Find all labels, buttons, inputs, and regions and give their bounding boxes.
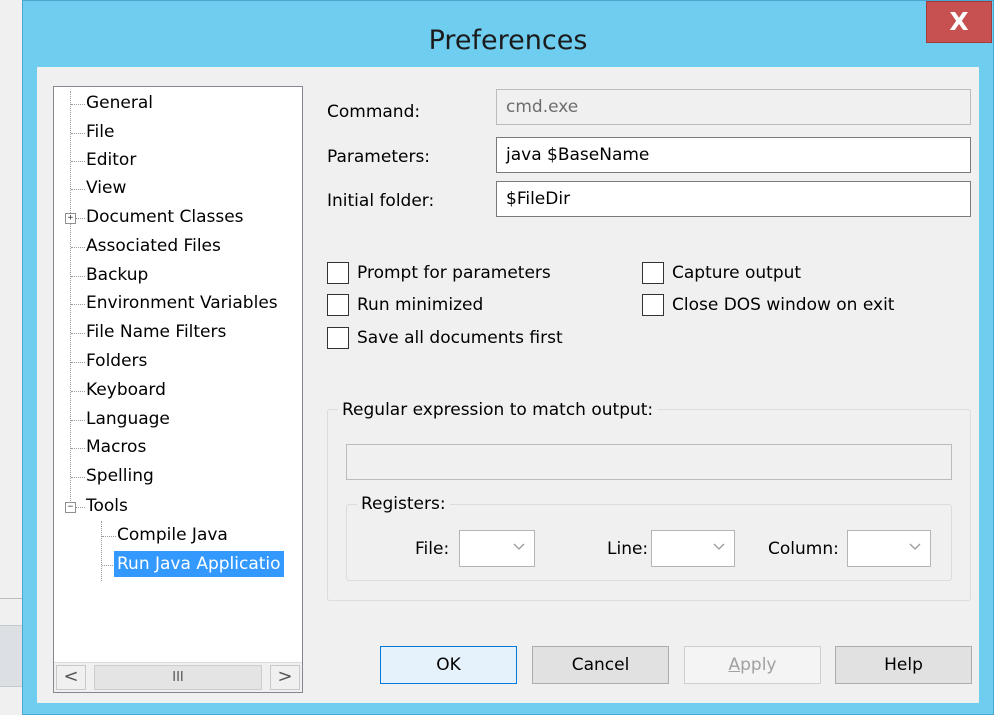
- tree-item-general[interactable]: General: [86, 90, 153, 116]
- tree-connector-child: [101, 521, 102, 581]
- tree-item-macros[interactable]: Macros: [86, 434, 146, 460]
- run-minimized-checkbox[interactable]: Run minimized: [327, 293, 483, 317]
- tree-item-environment-variables[interactable]: Environment Variables: [86, 290, 278, 316]
- tree-item-file[interactable]: File: [86, 119, 114, 145]
- apply-mnemonic: A: [728, 655, 741, 675]
- tree-branch: [71, 161, 85, 162]
- tree-branch: [71, 362, 85, 363]
- tree-item-spelling[interactable]: Spelling: [86, 463, 154, 489]
- expand-plus-icon[interactable]: +: [65, 213, 76, 224]
- tree-branch: [71, 189, 85, 190]
- column-register-label: Column:: [768, 539, 839, 559]
- desktop-divider: [0, 598, 22, 599]
- tree-branch: [71, 104, 85, 105]
- grip-icon: III: [172, 670, 184, 685]
- tree-item-language[interactable]: Language: [86, 406, 170, 432]
- tree-item-backup[interactable]: Backup: [86, 262, 148, 288]
- preferences-tree[interactable]: General File Editor View + Document Clas…: [53, 86, 303, 693]
- checkbox-box[interactable]: [327, 262, 349, 284]
- regex-field: [346, 444, 952, 480]
- collapse-minus-icon[interactable]: −: [65, 502, 76, 513]
- tree-item-folders[interactable]: Folders: [86, 348, 147, 374]
- checkbox-label: Capture output: [672, 263, 802, 283]
- tree-item-keyboard[interactable]: Keyboard: [86, 377, 166, 403]
- tree-branch: [71, 391, 85, 392]
- checkbox-box[interactable]: [642, 294, 664, 316]
- checkbox-label: Save all documents first: [357, 328, 563, 348]
- chevron-left-icon: <: [63, 666, 79, 687]
- tree-item-associated-files[interactable]: Associated Files: [86, 233, 221, 259]
- capture-output-checkbox[interactable]: Capture output: [642, 261, 801, 285]
- column-register-dropdown[interactable]: [847, 530, 931, 567]
- tree-branch: [71, 333, 85, 334]
- tree-branch: [71, 448, 85, 449]
- chevron-down-icon: [713, 543, 725, 550]
- tree-item-tools[interactable]: Tools: [86, 493, 128, 519]
- checkbox-box[interactable]: [327, 327, 349, 349]
- checkbox-box[interactable]: [642, 262, 664, 284]
- initial-folder-label: Initial folder:: [327, 191, 435, 211]
- tree-item-editor[interactable]: Editor: [86, 147, 136, 173]
- tree-branch: [71, 304, 85, 305]
- tree-branch: [71, 133, 85, 134]
- dialog-client: General File Editor View + Document Clas…: [37, 67, 979, 703]
- preferences-dialog: Preferences X General File Editor View +…: [22, 0, 994, 715]
- line-register-label: Line:: [607, 539, 649, 559]
- tree-item-compile-java[interactable]: Compile Java: [117, 522, 228, 548]
- scroll-right-button[interactable]: >: [270, 665, 300, 690]
- tree-connector: [70, 91, 71, 507]
- chevron-down-icon: [909, 543, 921, 550]
- tree-branch: [102, 565, 113, 566]
- file-register-label: File:: [415, 539, 450, 559]
- checkbox-label: Prompt for parameters: [357, 263, 551, 283]
- checkbox-label: Run minimized: [357, 295, 484, 315]
- command-label: Command:: [327, 102, 421, 122]
- close-icon: X: [949, 7, 969, 36]
- tree-branch: [71, 276, 85, 277]
- checkbox-box[interactable]: [327, 294, 349, 316]
- scroll-thumb[interactable]: III: [94, 665, 262, 690]
- tree-branch: [71, 477, 85, 478]
- dialog-title: Preferences: [428, 25, 588, 56]
- chevron-down-icon: [513, 543, 525, 550]
- close-button[interactable]: X: [926, 1, 992, 43]
- cancel-button[interactable]: Cancel: [532, 646, 669, 684]
- line-register-dropdown[interactable]: [651, 530, 735, 567]
- tree-branch: [102, 536, 116, 537]
- prompt-for-parameters-checkbox[interactable]: Prompt for parameters: [327, 261, 551, 285]
- checkbox-label: Close DOS window on exit: [672, 295, 895, 315]
- desktop-taskbar-edge: [0, 625, 22, 687]
- apply-button[interactable]: Apply: [684, 646, 821, 684]
- registers-group-title: Registers:: [357, 492, 450, 516]
- regex-group-title: Regular expression to match output:: [338, 398, 658, 422]
- save-all-documents-checkbox[interactable]: Save all documents first: [327, 326, 563, 350]
- apply-label: pply: [740, 655, 777, 675]
- tree-item-file-name-filters[interactable]: File Name Filters: [86, 319, 226, 345]
- tree-item-view[interactable]: View: [86, 175, 126, 201]
- file-register-dropdown[interactable]: [459, 530, 535, 567]
- tree-horizontal-scrollbar[interactable]: < III >: [54, 662, 302, 692]
- parameters-label: Parameters:: [327, 147, 431, 167]
- chevron-right-icon: >: [277, 666, 293, 687]
- ok-button[interactable]: OK: [380, 646, 517, 684]
- tree-item-run-java-application[interactable]: Run Java Applicatio: [114, 551, 284, 577]
- initial-folder-field[interactable]: $FileDir: [496, 181, 971, 217]
- scroll-left-button[interactable]: <: [56, 665, 86, 690]
- help-button[interactable]: Help: [835, 646, 972, 684]
- command-field: cmd.exe: [496, 89, 971, 125]
- tree-branch: [71, 247, 85, 248]
- close-dos-window-checkbox[interactable]: Close DOS window on exit: [642, 293, 894, 317]
- parameters-field[interactable]: java $BaseName: [496, 137, 971, 173]
- title-bar[interactable]: Preferences X: [23, 1, 993, 66]
- tree-item-document-classes[interactable]: Document Classes: [86, 204, 244, 230]
- tree-branch: [71, 420, 85, 421]
